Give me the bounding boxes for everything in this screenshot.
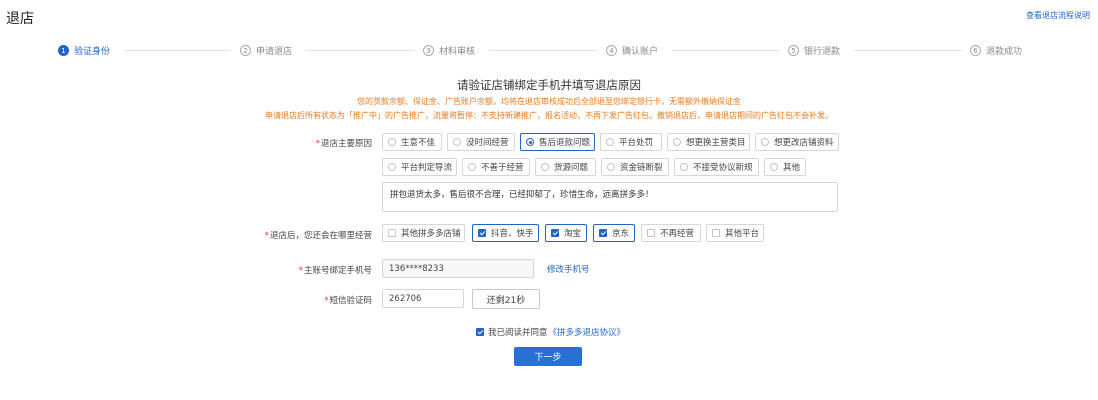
reason-option[interactable]: 不善于经营	[462, 158, 530, 176]
platform-option[interactable]: 不再经营	[641, 224, 701, 242]
platform-option[interactable]: 淘宝	[545, 224, 587, 242]
checkbox-icon	[388, 229, 396, 237]
step-number: 2	[240, 45, 251, 56]
notice-text: 您的货款余额、保证金、广告账户余额，均将在退店审核成功后全部退至您绑定银行卡，无…	[357, 97, 741, 106]
required-mark: *	[315, 139, 320, 149]
step-connector	[306, 50, 414, 51]
radio-icon	[468, 163, 476, 171]
step-label: 银行退款	[804, 47, 841, 57]
reason-option[interactable]: 货源问题	[535, 158, 596, 176]
radio-icon	[388, 138, 396, 146]
resend-code-button[interactable]: 还剩21秒	[472, 289, 540, 309]
reason-option[interactable]: 平台判定导流	[382, 158, 457, 176]
step-connector	[124, 50, 230, 51]
agreement-checkbox[interactable]	[476, 328, 484, 336]
step-connector	[854, 50, 962, 51]
step-connector	[672, 50, 780, 51]
radio-icon	[607, 163, 615, 171]
step-number: 1	[58, 45, 69, 56]
step-5: 5 银行退款	[788, 44, 840, 57]
required-mark: *	[298, 266, 303, 276]
radio-icon	[541, 163, 549, 171]
reason-option[interactable]: 想更换主营类目	[667, 133, 750, 151]
reason-option[interactable]: 资金链断裂	[601, 158, 669, 176]
step-6: 6 退款成功	[970, 44, 1022, 57]
platform-option[interactable]: 京东	[593, 224, 635, 242]
radio-icon	[770, 163, 778, 171]
step-2: 2 申请退店	[240, 44, 292, 57]
step-4: 4 确认账户	[606, 44, 658, 57]
platform-option[interactable]: 其他拼多多店铺	[382, 224, 465, 242]
agreement: 我已阅读并同意 《拼多多退店协议》	[476, 326, 625, 338]
step-label: 退款成功	[986, 47, 1023, 57]
step-number: 4	[606, 45, 617, 56]
step-label: 验证身份	[74, 47, 111, 57]
required-mark: *	[324, 296, 329, 306]
checkbox-icon	[647, 229, 655, 237]
reason-option[interactable]: 售后退款问题	[520, 133, 595, 151]
agreement-link[interactable]: 《拼多多退店协议》	[549, 326, 626, 338]
checkbox-icon	[712, 229, 720, 237]
step-3: 3 材料审核	[423, 44, 475, 57]
page-title: 退店	[6, 11, 34, 27]
required-mark: *	[264, 231, 269, 241]
next-button[interactable]: 下一步	[514, 347, 582, 366]
checkbox-icon	[599, 229, 607, 237]
reason-option[interactable]: 生意不佳	[382, 133, 442, 151]
modify-phone-link[interactable]: 修改手机号	[547, 263, 590, 275]
help-link[interactable]: 查看退店流程说明	[1026, 10, 1090, 21]
notice-text: 申请退店后所有状态为「推广中」的广告推广，流量将暂停：不支持新建推广，报名活动，…	[265, 111, 833, 120]
reason-option[interactable]: 平台处罚	[600, 133, 662, 151]
agreement-text: 我已阅读并同意	[488, 328, 548, 338]
step-number: 5	[788, 45, 799, 56]
step-number: 3	[423, 45, 434, 56]
reason-option[interactable]: 其他	[764, 158, 806, 176]
radio-icon	[673, 138, 681, 146]
reason-option[interactable]: 没时间经营	[447, 133, 515, 151]
step-indicator: 1 验证身份 2 申请退店 3 材料审核 4 确认账户 5 银行退款 6 退款成…	[58, 44, 1038, 58]
radio-icon	[526, 138, 534, 146]
step-connector	[489, 50, 597, 51]
radio-icon	[453, 138, 461, 146]
checkbox-icon	[551, 229, 559, 237]
step-label: 确认账户	[622, 47, 659, 57]
reason-option[interactable]: 不接受协议新规	[674, 158, 759, 176]
sms-label: *短信验证码	[324, 296, 372, 306]
phone-field: 136****8233	[382, 259, 534, 278]
reason-label: *退店主要原因	[315, 139, 372, 149]
radio-icon	[606, 138, 614, 146]
step-number: 6	[970, 45, 981, 56]
platform-option[interactable]: 抖音、快手	[472, 224, 539, 242]
radio-icon	[388, 163, 396, 171]
platforms-label: *退店后，您还会在哪里经营	[264, 231, 372, 241]
step-1: 1 验证身份	[58, 44, 110, 57]
sms-code-input[interactable]: 262706	[382, 289, 464, 308]
platform-option[interactable]: 其他平台	[706, 224, 764, 242]
step-label: 材料审核	[439, 47, 476, 57]
form-title: 请验证店铺绑定手机并填写退店原因	[457, 78, 641, 92]
radio-icon	[680, 163, 688, 171]
step-label: 申请退店	[256, 47, 293, 57]
checkbox-icon	[478, 229, 486, 237]
reason-option[interactable]: 想更改店铺资料	[755, 133, 839, 151]
radio-icon	[761, 138, 769, 146]
phone-label: *主账号绑定手机号	[298, 266, 372, 276]
reason-textarea[interactable]: 拼包退货太多，售后很不合理，已经抑郁了，珍惜生命，远离拼多多！	[382, 182, 838, 212]
